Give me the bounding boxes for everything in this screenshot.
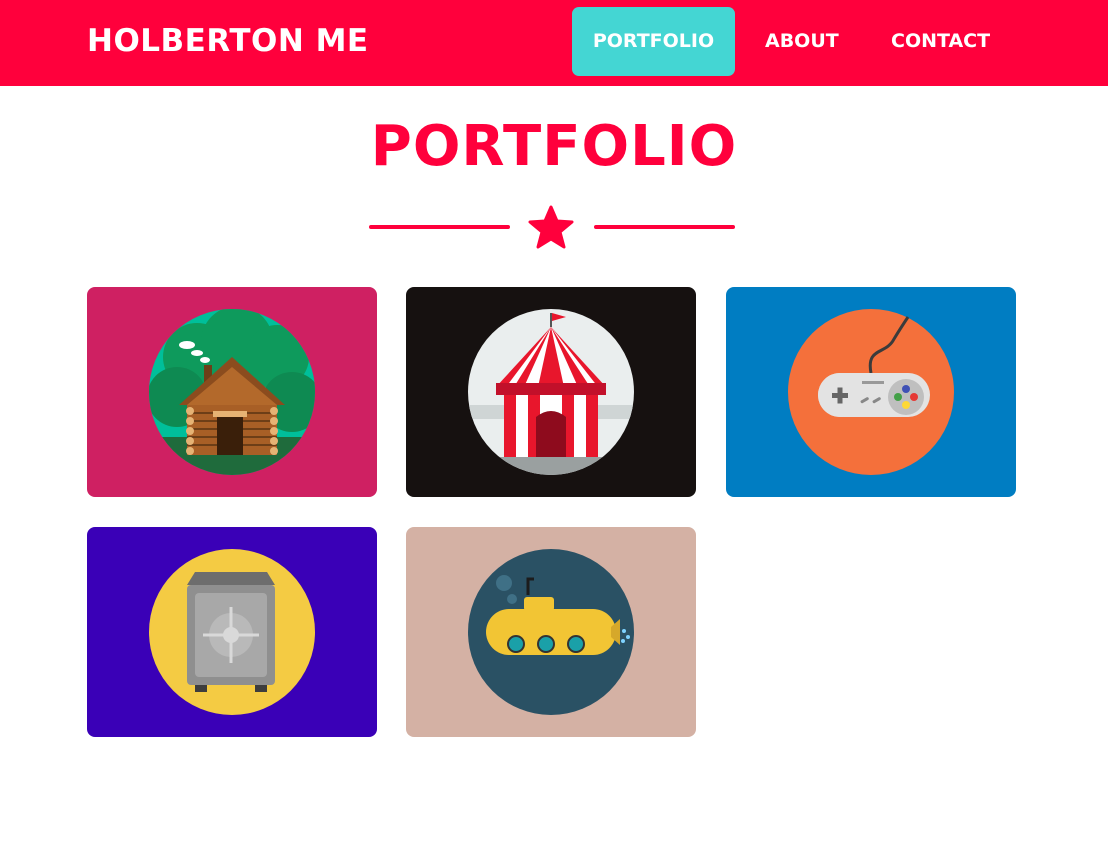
- nav-link-portfolio[interactable]: PORTFOLIO: [572, 7, 735, 76]
- portfolio-item-safe[interactable]: [87, 527, 377, 737]
- nav-link-about[interactable]: ABOUT: [765, 7, 839, 76]
- portfolio-item-gamepad[interactable]: [726, 287, 1016, 497]
- title-divider: [368, 205, 736, 251]
- portfolio-item-circus[interactable]: [406, 287, 696, 497]
- submarine-icon: [468, 549, 634, 715]
- portfolio-item-cabin[interactable]: [87, 287, 377, 497]
- safe-icon: [149, 549, 315, 715]
- brand-logo[interactable]: HOLBERTON ME: [87, 22, 369, 60]
- nav-link-contact[interactable]: CONTACT: [891, 7, 990, 76]
- portfolio-item-submarine[interactable]: [406, 527, 696, 737]
- game-controller-icon: [788, 309, 954, 475]
- star-icon: [528, 205, 574, 249]
- page-title: PORTFOLIO: [370, 114, 738, 179]
- navbar: HOLBERTON ME PORTFOLIO ABOUT CONTACT: [0, 0, 1108, 86]
